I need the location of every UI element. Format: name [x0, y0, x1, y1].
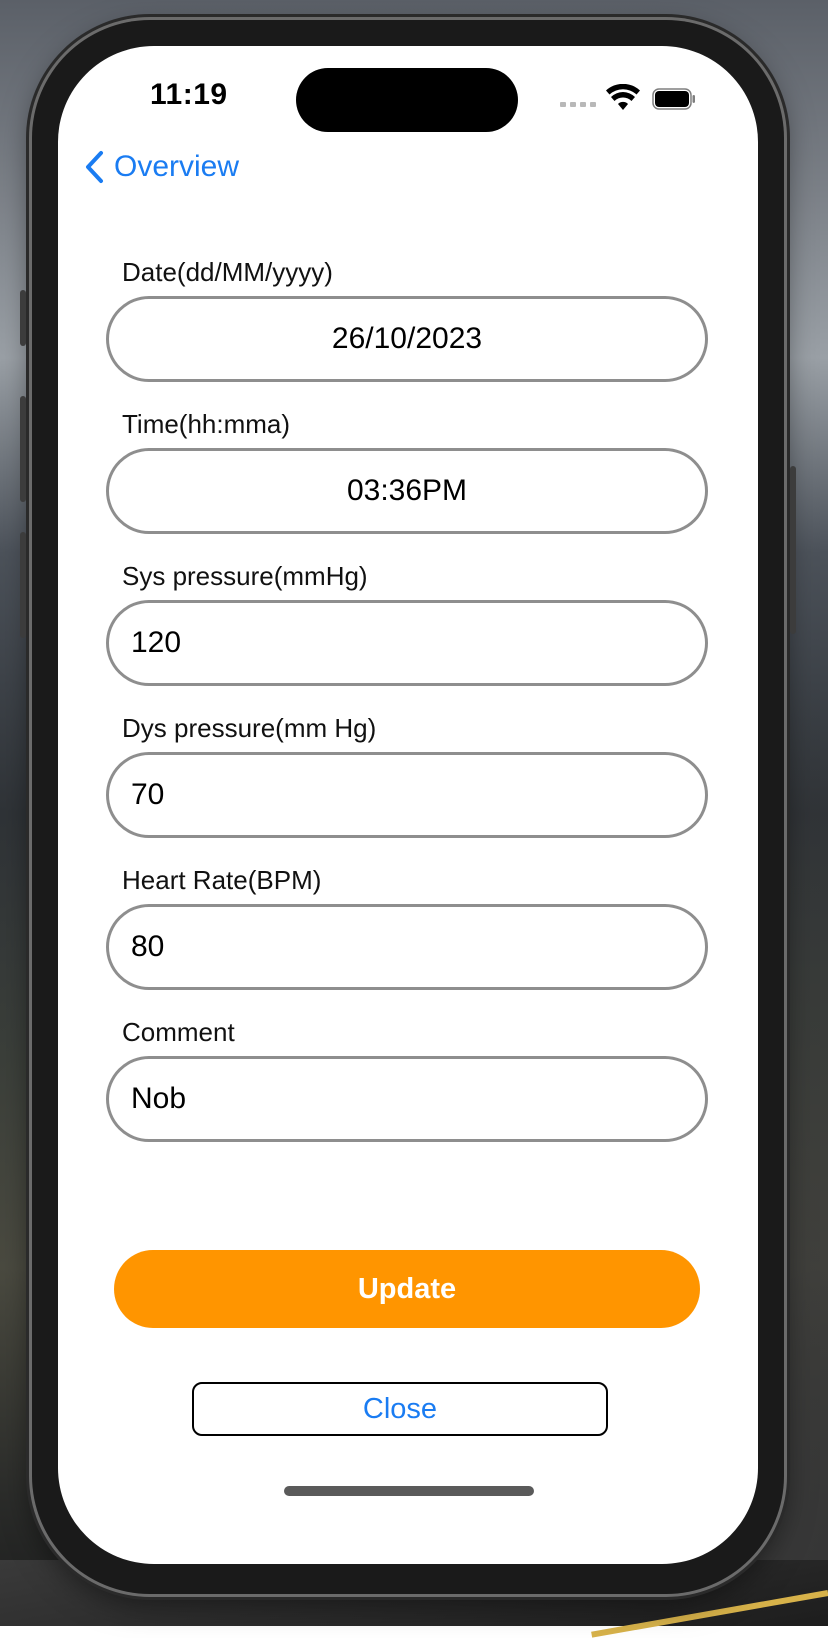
- update-button[interactable]: Update: [114, 1250, 700, 1328]
- date-field: Date(dd/MM/yyyy) 26/10/2023: [106, 252, 710, 382]
- date-label: Date(dd/MM/yyyy): [122, 257, 333, 287]
- comment-label: Comment: [122, 1017, 235, 1047]
- date-input[interactable]: 26/10/2023: [106, 296, 708, 382]
- sys-pressure-input[interactable]: 120: [106, 600, 708, 686]
- dys-pressure-input[interactable]: 70: [106, 752, 708, 838]
- wifi-icon: [606, 84, 640, 110]
- status-bar-time: 11:19: [150, 78, 228, 111]
- phone-screen: 11:19 Overview Date(dd/MM/yyyy) 26/10/20…: [58, 46, 758, 1564]
- cellular-signal-icon: [560, 102, 596, 107]
- chevron-left-icon: [86, 151, 103, 183]
- dys-pressure-label: Dys pressure(mm Hg): [122, 713, 377, 743]
- action-button: [20, 290, 26, 346]
- reading-form: Date(dd/MM/yyyy) 26/10/2023 Time(hh:mma)…: [106, 252, 710, 1164]
- heart-rate-label: Heart Rate(BPM): [122, 865, 322, 895]
- time-input[interactable]: 03:36PM: [106, 448, 708, 534]
- back-button-label: Overview: [114, 150, 240, 183]
- comment-field: Comment Nob: [106, 1012, 710, 1142]
- comment-input[interactable]: Nob: [106, 1056, 708, 1142]
- close-button[interactable]: Close: [192, 1382, 608, 1436]
- battery-icon: [652, 88, 695, 110]
- time-label: Time(hh:mma): [122, 409, 291, 439]
- heart-rate-input[interactable]: 80: [106, 904, 708, 990]
- side-power-button: [790, 466, 796, 634]
- sys-pressure-label: Sys pressure(mmHg): [122, 561, 368, 591]
- dys-pressure-field: Dys pressure(mm Hg) 70: [106, 708, 710, 838]
- heart-rate-field: Heart Rate(BPM) 80: [106, 860, 710, 990]
- volume-down-button: [20, 532, 26, 638]
- back-button[interactable]: Overview: [84, 150, 239, 184]
- home-indicator[interactable]: [284, 1486, 534, 1496]
- sys-pressure-field: Sys pressure(mmHg) 120: [106, 556, 710, 686]
- time-field: Time(hh:mma) 03:36PM: [106, 404, 710, 534]
- dynamic-island: [296, 68, 518, 132]
- volume-up-button: [20, 396, 26, 502]
